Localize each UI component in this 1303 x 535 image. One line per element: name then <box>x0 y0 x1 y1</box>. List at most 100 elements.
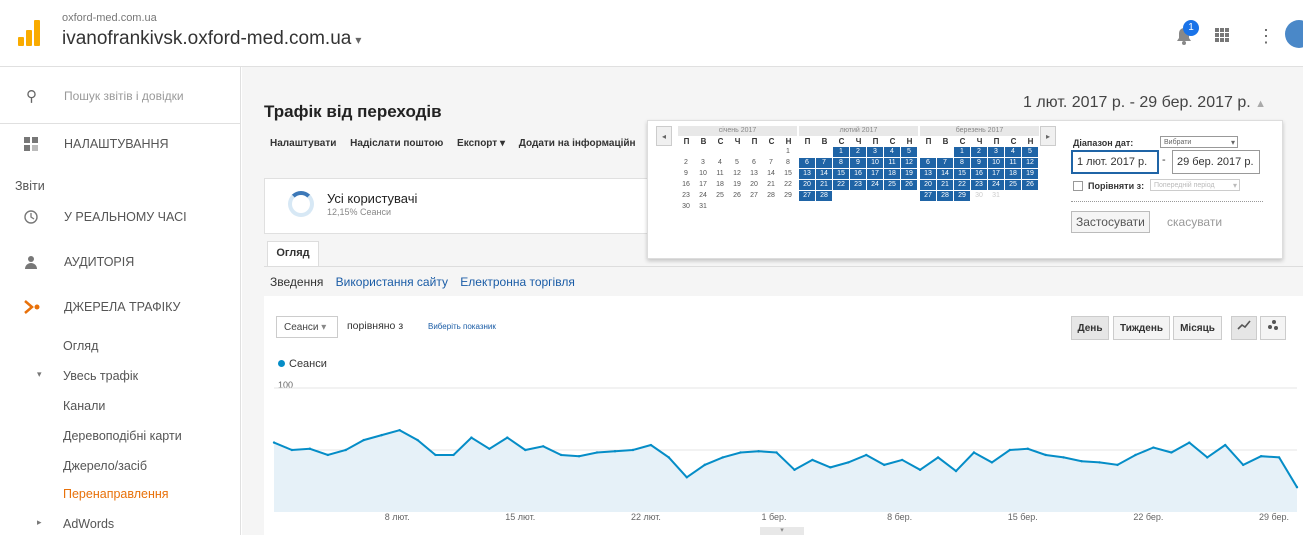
calendar-day[interactable]: 4 <box>884 147 900 157</box>
calendar-day[interactable]: 31 <box>988 191 1004 201</box>
select-metric-link[interactable]: Виберіть показник <box>428 322 496 331</box>
data-point[interactable] <box>1170 451 1173 454</box>
calendar-day[interactable]: 11 <box>1005 158 1021 168</box>
calendar-day[interactable]: 22 <box>954 180 970 190</box>
motion-chart-button[interactable] <box>1260 316 1286 340</box>
calendar-day[interactable]: 12 <box>1022 158 1038 168</box>
data-point[interactable] <box>1277 456 1281 459</box>
calendar-day[interactable]: 17 <box>695 180 711 190</box>
calendar-day[interactable]: 3 <box>988 147 1004 157</box>
calendar-day[interactable]: 29 <box>780 191 796 201</box>
calendar-day[interactable]: 3 <box>695 158 711 168</box>
metric-select[interactable]: Сеанси ▾ <box>276 316 338 338</box>
calendar-day[interactable]: 20 <box>799 180 815 190</box>
export-button[interactable]: Експорт ▾ <box>457 138 505 149</box>
calendar-day[interactable]: 29 <box>954 191 970 201</box>
data-point[interactable] <box>1224 443 1227 447</box>
calendar-day[interactable]: 27 <box>799 191 815 201</box>
calendar-day[interactable]: 26 <box>1022 180 1038 190</box>
sidebar-subitem-referrals[interactable]: Перенаправлення <box>63 487 169 501</box>
data-point[interactable] <box>1062 456 1065 459</box>
calendar-day[interactable]: 12 <box>901 158 917 168</box>
calendar-day[interactable]: 6 <box>746 158 762 168</box>
calendar-day[interactable]: 9 <box>971 158 987 168</box>
calendar-day[interactable]: 16 <box>678 180 694 190</box>
calendar-day[interactable]: 23 <box>971 180 987 190</box>
data-point[interactable] <box>398 428 401 432</box>
calendar-day[interactable]: 2 <box>971 147 987 157</box>
apps-grid-icon[interactable] <box>1215 28 1229 42</box>
data-point[interactable] <box>416 438 419 442</box>
calendar-day[interactable]: 18 <box>884 169 900 179</box>
period-week-button[interactable]: Тиждень <box>1113 316 1170 340</box>
avatar[interactable] <box>1285 20 1303 48</box>
data-point[interactable] <box>488 447 491 450</box>
calendar-day[interactable]: 10 <box>867 158 883 168</box>
data-point[interactable] <box>990 461 994 464</box>
data-point[interactable] <box>685 476 688 479</box>
calendar-day[interactable]: 8 <box>780 158 796 168</box>
date-range-selector[interactable]: 1 лют. 2017 р. - 29 бер. 2017 р. ▲ <box>1023 94 1266 112</box>
calendar-day[interactable]: 15 <box>833 169 849 179</box>
data-point[interactable] <box>452 453 455 457</box>
calendar-day[interactable]: 5 <box>1022 147 1038 157</box>
subtab-ecommerce[interactable]: Електронна торгівля <box>460 275 575 289</box>
add-to-dashboard-button[interactable]: Додати на інформаційн <box>519 138 636 149</box>
search-input[interactable]: Пошук звітів і довідки <box>64 89 184 103</box>
calendar-day[interactable]: 5 <box>901 147 917 157</box>
calendar-day[interactable]: 11 <box>712 169 728 179</box>
calendar-day[interactable]: 20 <box>920 180 936 190</box>
data-point[interactable] <box>972 451 976 454</box>
more-menu-icon[interactable]: ⋮ <box>1257 26 1275 47</box>
data-point[interactable] <box>1008 448 1012 452</box>
data-point[interactable] <box>829 466 832 469</box>
calendar-day[interactable]: 7 <box>937 158 953 168</box>
sidebar-subitem-all-traffic[interactable]: ▾ Увесь трафік <box>37 369 138 383</box>
calendar-day[interactable]: 1 <box>833 147 849 157</box>
calendar-day[interactable]: 27 <box>746 191 762 201</box>
calendar-day[interactable]: 19 <box>901 169 917 179</box>
data-point[interactable] <box>272 441 276 444</box>
start-date-input[interactable]: 1 лют. 2017 р. <box>1071 150 1159 174</box>
data-point[interactable] <box>542 445 545 448</box>
calendar-day[interactable]: 21 <box>937 180 953 190</box>
calendar-day[interactable]: 23 <box>678 191 694 201</box>
data-point[interactable] <box>631 448 635 452</box>
calendar-day[interactable]: 6 <box>920 158 936 168</box>
calendar-day[interactable]: 25 <box>1005 180 1021 190</box>
calendar-day[interactable]: 28 <box>937 191 953 201</box>
calendar-day[interactable]: 24 <box>988 180 1004 190</box>
calendar-day[interactable]: 13 <box>920 169 936 179</box>
data-point[interactable] <box>326 453 330 457</box>
calendar-day[interactable]: 21 <box>763 180 779 190</box>
calendar-day[interactable]: 14 <box>937 169 953 179</box>
calendar-day[interactable]: 9 <box>678 169 694 179</box>
calendar-day[interactable]: 13 <box>746 169 762 179</box>
chart-collapse-handle[interactable]: ▾ <box>760 527 804 535</box>
data-point[interactable] <box>613 450 617 453</box>
sidebar-subitem-treemaps[interactable]: Деревоподібні карти <box>63 429 182 443</box>
calendar-day[interactable]: 19 <box>1022 169 1038 179</box>
line-chart-button[interactable] <box>1231 316 1257 340</box>
subtab-summary[interactable]: Зведення <box>270 275 323 289</box>
data-point[interactable] <box>290 448 294 452</box>
data-point[interactable] <box>918 468 922 472</box>
calendar-day[interactable]: 8 <box>954 158 970 168</box>
calendar-day[interactable]: 17 <box>867 169 883 179</box>
calendar-day[interactable]: 22 <box>833 180 849 190</box>
calendar-day[interactable]: 1 <box>780 147 796 157</box>
data-point[interactable] <box>775 451 778 454</box>
data-point[interactable] <box>865 453 868 457</box>
data-point[interactable] <box>1241 463 1245 467</box>
data-point[interactable] <box>811 458 814 462</box>
calendar-day[interactable]: 21 <box>816 180 832 190</box>
calendar-day[interactable]: 19 <box>729 180 745 190</box>
calendar-day[interactable]: 28 <box>763 191 779 201</box>
calendar-day[interactable]: 16 <box>971 169 987 179</box>
compare-checkbox[interactable] <box>1073 181 1083 191</box>
data-point[interactable] <box>721 456 724 459</box>
period-month-button[interactable]: Місяць <box>1173 316 1222 340</box>
compare-period-select[interactable]: Попередній період ▾ <box>1150 179 1240 191</box>
calendar-day[interactable]: 13 <box>799 169 815 179</box>
data-point[interactable] <box>1259 455 1263 458</box>
